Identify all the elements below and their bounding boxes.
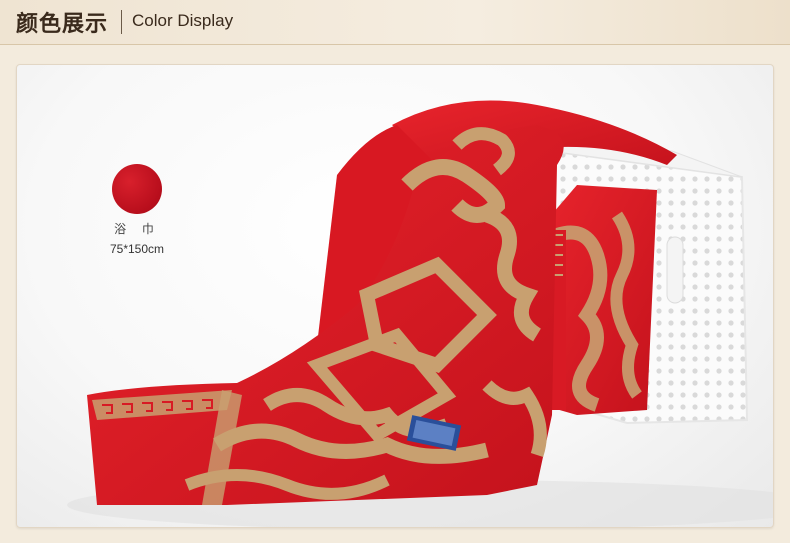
section-title-cn: 颜色展示: [16, 12, 109, 37]
swatch-name: 浴 巾: [114, 222, 160, 236]
product-photo-card: 浴 巾 75*150cm: [16, 64, 774, 528]
section-header: 颜色展示 Color Display: [0, 0, 790, 45]
swatch-size: 75*150cm: [109, 242, 165, 256]
basket-handle: [666, 236, 684, 304]
title-divider: [121, 10, 122, 34]
towel-inside-basket: [542, 185, 657, 415]
towel-photo: [67, 100, 773, 527]
color-swatch[interactable]: [112, 164, 162, 214]
section-title-en: Color Display: [132, 11, 234, 30]
